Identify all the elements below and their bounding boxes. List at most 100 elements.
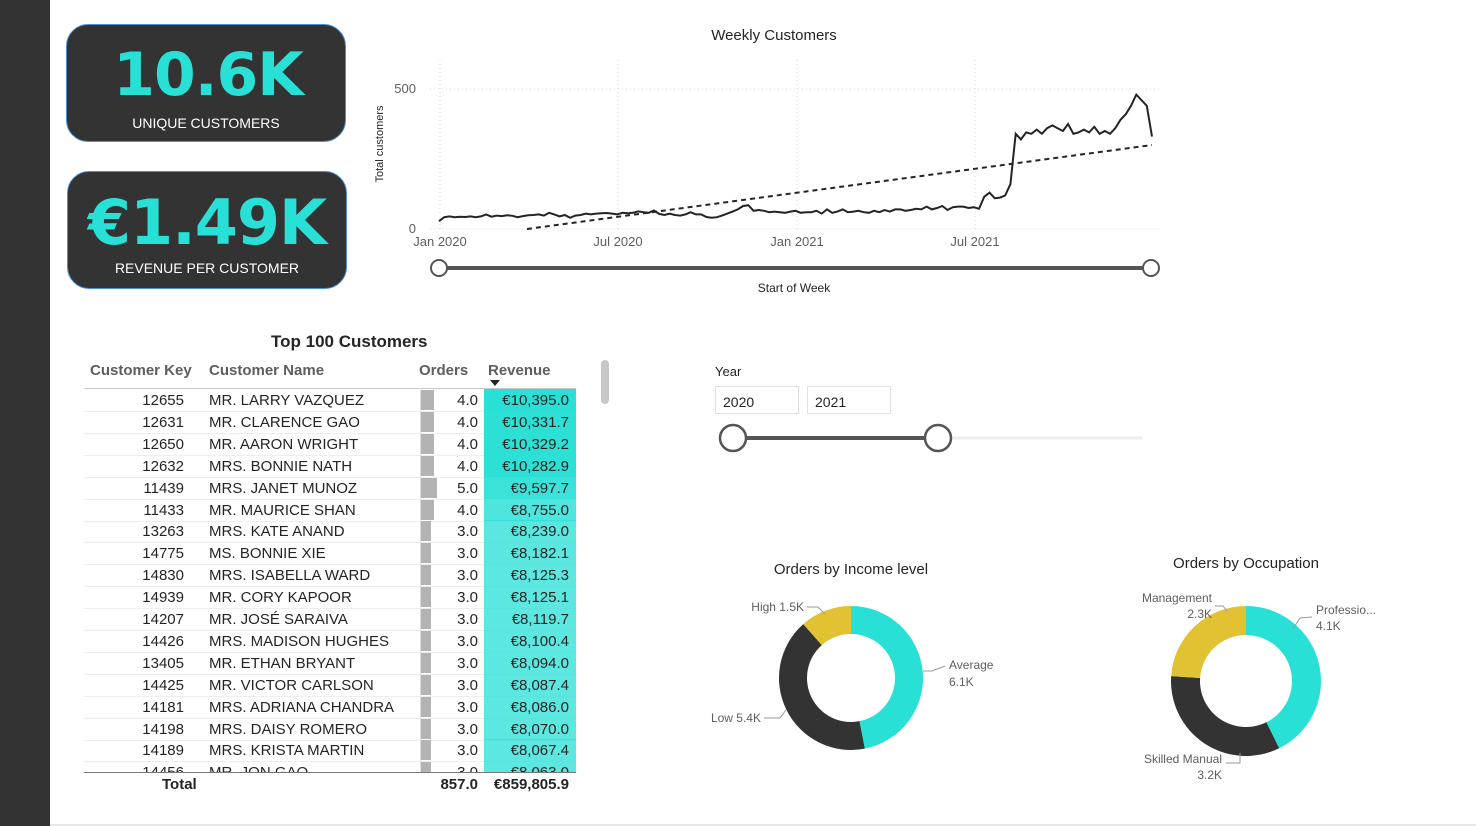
- kpi-label: REVENUE PER CUSTOMER: [114, 260, 300, 276]
- customer-key-cell: 14426: [142, 632, 184, 650]
- revenue-cell: €10,329.2: [502, 435, 569, 453]
- column-header-customer-name[interactable]: Customer Name: [209, 362, 324, 379]
- year-slider-start-handle[interactable]: [718, 423, 748, 453]
- label-leader-line: [923, 665, 946, 672]
- y-tick-label: 500: [394, 81, 416, 96]
- table-row[interactable]: 13263 MRS. KATE ANAND 3.0 €8,239.0: [84, 520, 576, 544]
- column-header-revenue[interactable]: Revenue: [488, 362, 551, 379]
- customer-name-cell: MR. JOSÉ SARAIVA: [209, 611, 348, 628]
- revenue-cell: €8,100.4: [510, 632, 569, 650]
- orders-cell: 4.0: [457, 457, 478, 475]
- customer-key-cell: 11433: [143, 501, 184, 519]
- customer-name-cell: MRS. DAISY ROMERO: [209, 720, 368, 738]
- table-row[interactable]: 12655 MR. LARRY VAZQUEZ 4.0 €10,395.0: [84, 389, 576, 412]
- table-body[interactable]: 12655 MR. LARRY VAZQUEZ 4.0 €10,395.0 12631 M…: [84, 388, 576, 773]
- weekly-customers-chart[interactable]: Weekly Customers Total customers 500 0 J…: [360, 20, 1180, 305]
- slice-label: 6.1K: [949, 675, 974, 689]
- table-row[interactable]: 14198 MRS. DAISY ROMERO 3.0 €8,070.0: [84, 717, 576, 741]
- table-row[interactable]: 14425 MR. VICTOR CARLSON 3.0 €8,087.4: [84, 673, 576, 697]
- revenue-cell: €8,239.0: [510, 523, 569, 541]
- slice-label: 2.3K: [1187, 607, 1212, 621]
- orders-by-income-donut[interactable]: Orders by Income level Average 6.1K Low 5.…: [700, 550, 1020, 770]
- orders-by-occupation-donut[interactable]: Orders by Occupation Professio... 4.1K Ski…: [1100, 545, 1420, 790]
- orders-cell: 3.0: [457, 545, 478, 563]
- sort-descending-icon[interactable]: [490, 380, 500, 386]
- table-row[interactable]: 12632 MRS. BONNIE NATH 4.0 €10,282.9: [84, 454, 576, 478]
- table-row[interactable]: 11433 MR. MAURICE SHAN 4.0 €8,755.0: [84, 498, 576, 522]
- x-axis-label: Start of Week: [758, 281, 831, 295]
- kpi-value: €1.49K: [87, 186, 327, 259]
- slice-label: Management: [1142, 591, 1213, 605]
- donut-slice-skilled-manual[interactable]: [1171, 676, 1280, 756]
- orders-cell: 3.0: [457, 720, 478, 738]
- table-row[interactable]: 14189 MRS. KRISTA MARTIN 3.0 €8,067.4: [84, 739, 576, 763]
- year-to-input[interactable]: 2021: [807, 386, 891, 414]
- year-slider-end-handle[interactable]: [923, 423, 953, 453]
- y-axis-label: Total customers: [374, 105, 386, 183]
- revenue-cell: €8,087.4: [510, 676, 569, 694]
- customer-key-cell: 13263: [142, 523, 184, 541]
- orders-cell: 4.0: [457, 392, 478, 409]
- year-range-slider[interactable]: [710, 420, 1150, 460]
- customer-key-cell: 14939: [142, 589, 184, 607]
- kpi-card-unique-customers[interactable]: 10.6K UNIQUE CUSTOMERS: [66, 24, 346, 142]
- column-header-customer-key[interactable]: Customer Key: [90, 362, 192, 379]
- donut-slice-average[interactable]: [851, 606, 923, 749]
- kpi-card-revenue-per-customer[interactable]: €1.49K REVENUE PER CUSTOMER: [67, 171, 347, 289]
- chart-title: Orders by Income level: [774, 561, 928, 578]
- slice-label: 3.2K: [1197, 768, 1222, 782]
- table-row[interactable]: 13405 MR. ETHAN BRYANT 3.0 €8,094.0: [84, 651, 576, 675]
- revenue-cell: €8,119.7: [511, 611, 569, 628]
- table-row[interactable]: 11439 MRS. JANET MUNOZ 5.0 €9,597.7: [84, 476, 576, 500]
- revenue-cell: €9,597.7: [510, 479, 569, 497]
- total-orders: 857.0: [440, 776, 478, 793]
- customer-key-cell: 12631: [142, 413, 184, 431]
- revenue-cell: €8,125.1: [510, 589, 569, 607]
- orders-cell: 3.0: [457, 698, 478, 716]
- customer-name-cell: MR. CLARENCE GAO: [209, 413, 360, 431]
- orders-cell: 3.0: [457, 676, 478, 694]
- revenue-cell: €10,282.9: [502, 457, 569, 475]
- total-label: Total: [162, 776, 197, 793]
- year-from-input[interactable]: 2020: [715, 386, 799, 414]
- table-row[interactable]: 14939 MR. CORY KAPOOR 3.0 €8,125.1: [84, 586, 576, 610]
- customer-name-cell: MR. LARRY VAZQUEZ: [209, 392, 365, 409]
- customer-name-cell: MS. BONNIE XIE: [209, 545, 326, 563]
- orders-cell: 3.0: [457, 589, 478, 607]
- customer-key-cell: 14189: [142, 742, 184, 760]
- column-header-orders[interactable]: Orders: [419, 362, 468, 379]
- label-leader-line: [764, 709, 787, 719]
- table-row[interactable]: 14426 MRS. MADISON HUGHES 3.0 €8,100.4: [84, 629, 576, 653]
- table-scrollbar[interactable]: [601, 360, 609, 404]
- customer-name-cell: MR. ETHAN BRYANT: [209, 654, 356, 672]
- table-row[interactable]: 12631 MR. CLARENCE GAO 4.0 €10,331.7: [84, 410, 576, 434]
- revenue-cell: €10,395.0: [502, 392, 569, 409]
- table-row[interactable]: 14207 MR. JOSÉ SARAIVA 3.0 €8,119.7: [84, 608, 576, 631]
- slice-label: 4.1K: [1316, 619, 1341, 633]
- x-tick-label: Jan 2020: [413, 234, 467, 249]
- orders-cell: 3.0: [457, 632, 478, 650]
- table-title: Top 100 Customers: [271, 332, 428, 351]
- orders-cell: 3.0: [457, 611, 478, 628]
- table-total-row: Total 857.0 €859,805.9: [84, 772, 576, 797]
- table-row[interactable]: 12650 MR. AARON WRIGHT 4.0 €10,329.2: [84, 432, 576, 456]
- customer-name-cell: MR. VICTOR CARLSON: [209, 676, 374, 694]
- left-sidebar: [0, 0, 50, 826]
- date-slider-start-handle[interactable]: [430, 259, 448, 277]
- date-slider-end-handle[interactable]: [1142, 259, 1160, 277]
- x-tick-label: Jul 2020: [593, 234, 642, 249]
- customer-key-cell: 12632: [142, 457, 184, 475]
- table-row[interactable]: 14775 MS. BONNIE XIE 3.0 €8,182.1: [84, 542, 576, 566]
- orders-cell: 3.0: [457, 567, 478, 585]
- customers-series-line[interactable]: [438, 92, 1153, 222]
- orders-column-divider: [420, 388, 421, 772]
- customer-name-cell: MR. CORY KAPOOR: [209, 589, 352, 607]
- slice-label: Average: [949, 658, 994, 672]
- table-row[interactable]: 14830 MRS. ISABELLA WARD 3.0 €8,125.3: [84, 564, 576, 588]
- table-row[interactable]: 14181 MRS. ADRIANA CHANDRA 3.0 €8,086.0: [84, 695, 576, 719]
- slice-label: Low 5.4K: [711, 711, 761, 725]
- slice-label: Skilled Manual: [1144, 752, 1222, 766]
- revenue-cell: €8,094.0: [510, 654, 569, 672]
- customer-key-cell: 14181: [142, 698, 184, 716]
- total-revenue: €859,805.9: [493, 776, 569, 793]
